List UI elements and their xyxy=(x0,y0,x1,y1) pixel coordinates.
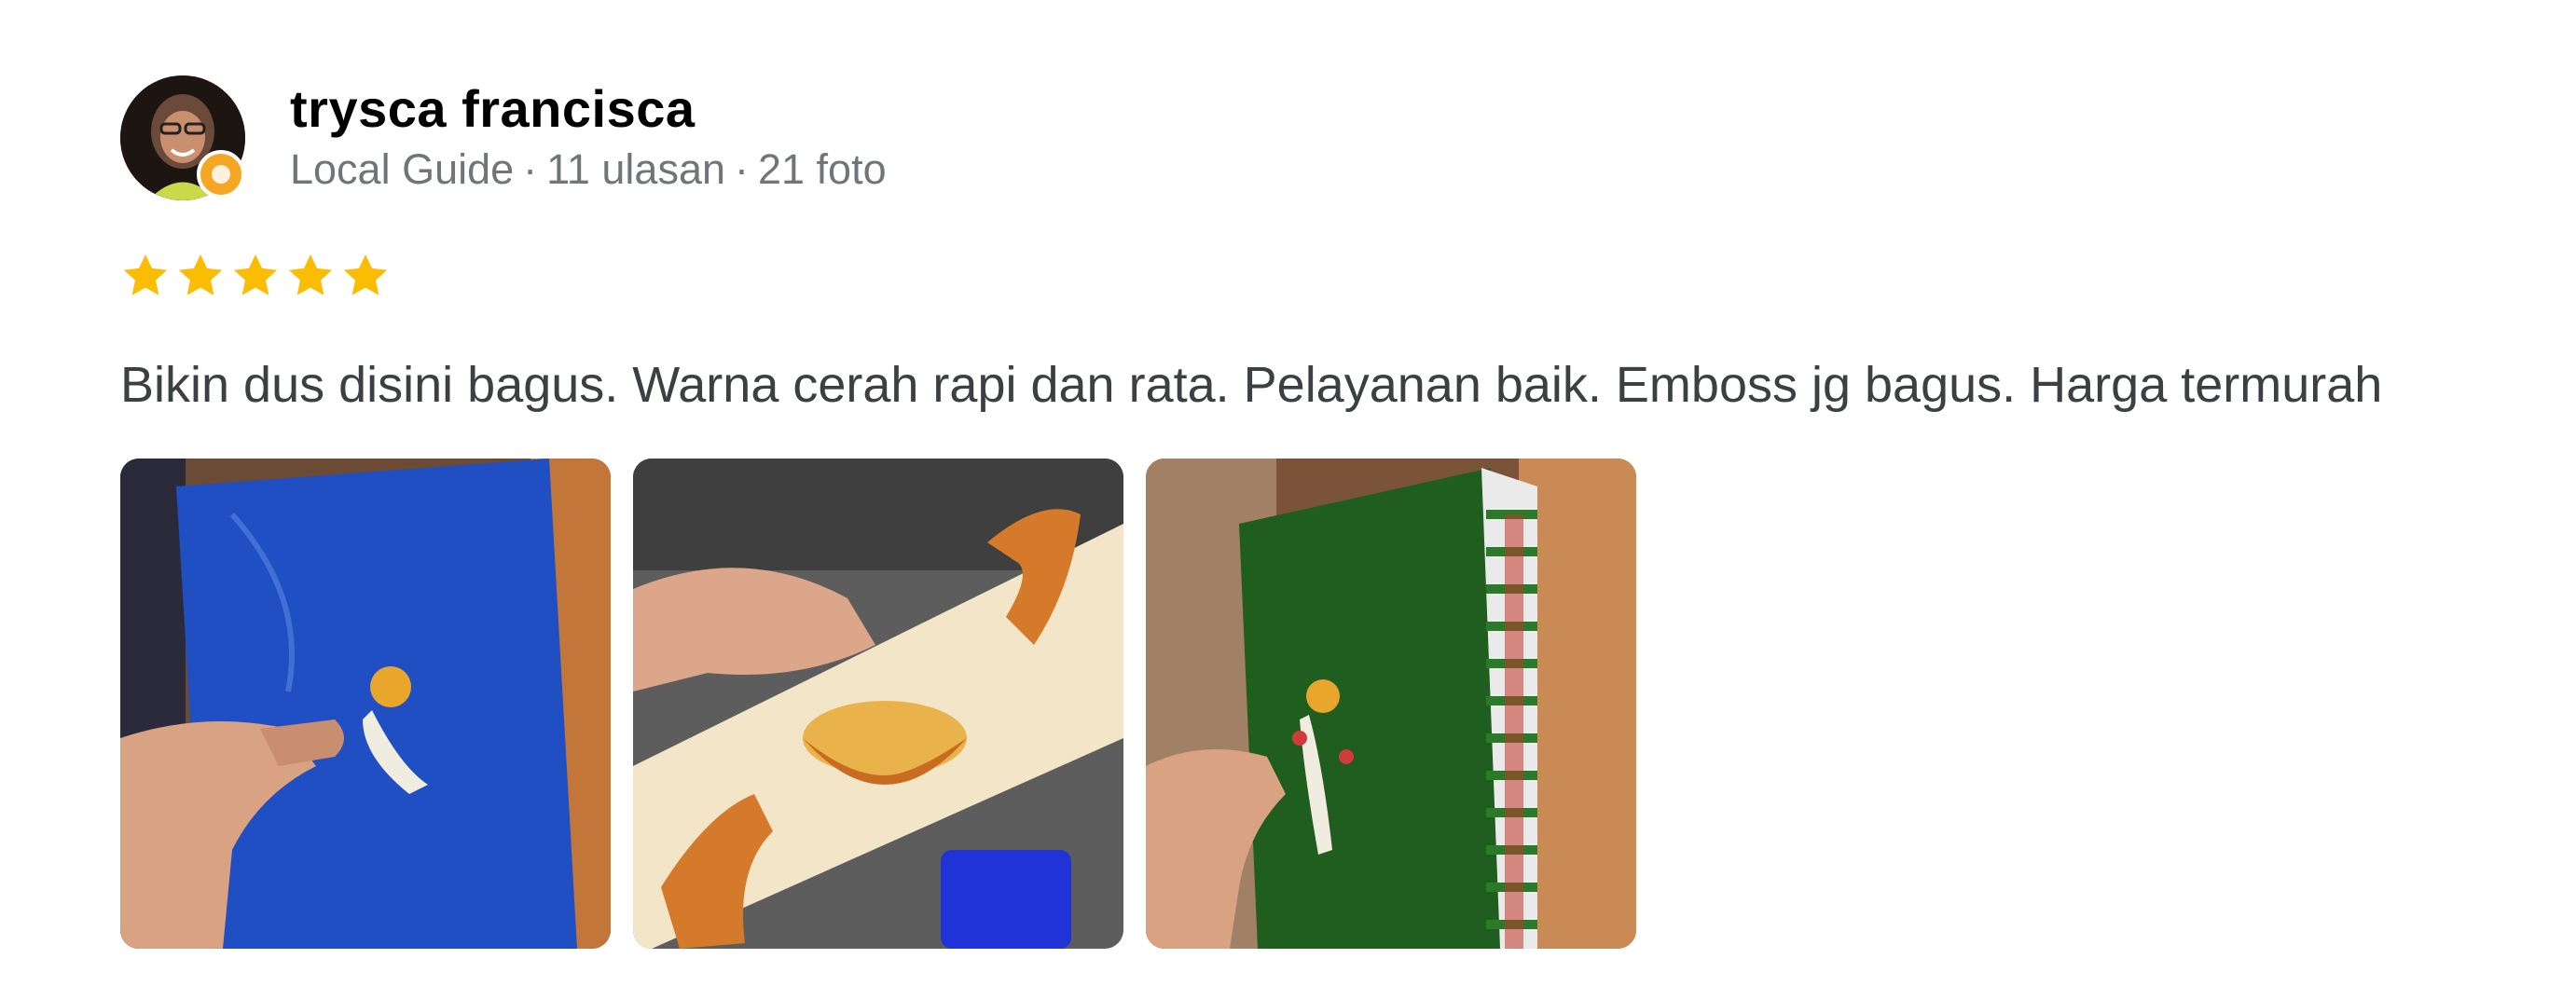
review-photos xyxy=(120,459,2544,949)
review-photo-1[interactable] xyxy=(120,459,611,949)
review-header: trysca francisca Local Guide · 11 ulasan · 2… xyxy=(120,73,2544,203)
star-icon xyxy=(123,254,168,295)
author-stats: Local Guide · 11 ulasan · 21 foto xyxy=(290,143,887,197)
star-icon xyxy=(343,254,388,295)
separator: · xyxy=(523,145,538,193)
green-box-photo-icon xyxy=(1146,459,1636,949)
separator: · xyxy=(735,145,749,193)
author-meta: trysca francisca Local Guide · 11 ulasan · 2… xyxy=(290,79,887,197)
star-icon xyxy=(288,254,333,295)
local-guide-badge-icon xyxy=(197,150,245,199)
star-icon xyxy=(178,254,223,295)
author-name[interactable]: trysca francisca xyxy=(290,79,887,139)
local-guide-label: Local Guide xyxy=(290,145,515,193)
star-rating xyxy=(120,248,2544,304)
review-card: trysca francisca Local Guide · 11 ulasan · 2… xyxy=(120,73,2544,949)
author-avatar[interactable] xyxy=(120,75,245,200)
review-text: Bikin dus disini bagus. Warna cerah rapi… xyxy=(120,357,2383,413)
photo-count: 21 foto xyxy=(758,145,887,193)
review-photo-2[interactable] xyxy=(633,459,1123,949)
star-icon xyxy=(233,254,278,295)
cream-box-photo-icon xyxy=(633,459,1123,949)
blue-box-photo-icon xyxy=(120,459,611,949)
review-photo-3[interactable] xyxy=(1146,459,1636,949)
review-count: 11 ulasan xyxy=(546,145,725,193)
